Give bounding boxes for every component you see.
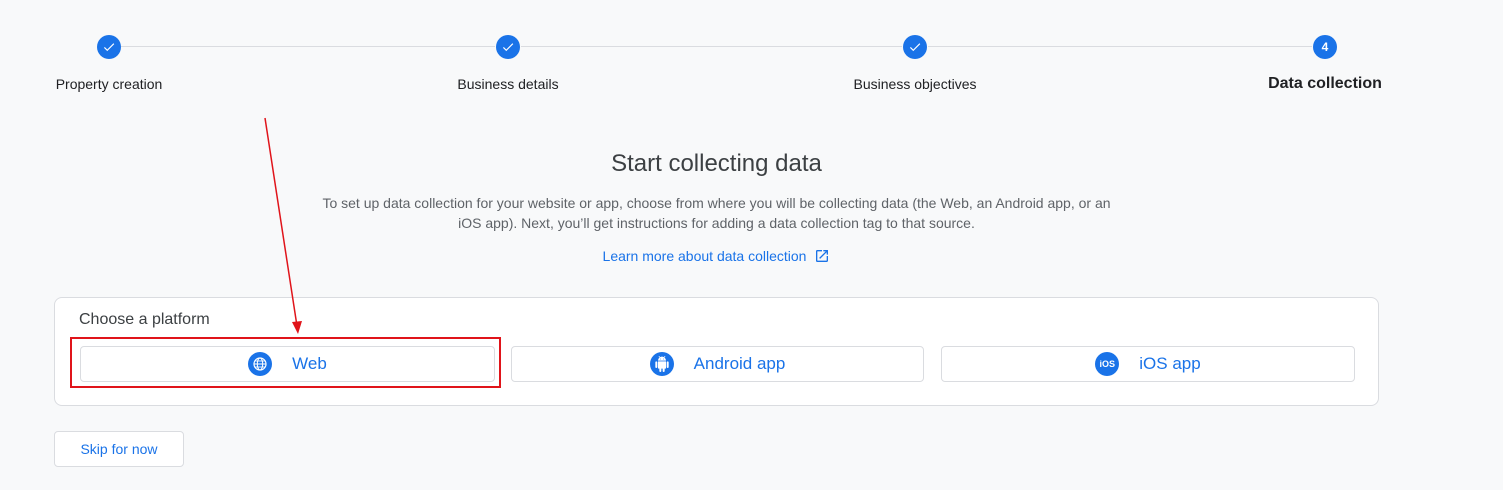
step-connector bbox=[928, 46, 1312, 47]
step-connector bbox=[121, 46, 495, 47]
learn-more-row: Learn more about data collection bbox=[0, 248, 1433, 264]
step-label-business-details: Business details bbox=[457, 76, 559, 92]
learn-more-link[interactable]: Learn more about data collection bbox=[603, 248, 831, 264]
step-label-data-collection: Data collection bbox=[1268, 75, 1382, 92]
page-description: To set up data collection for your websi… bbox=[322, 195, 1111, 231]
step-label-property-creation: Property creation bbox=[55, 76, 163, 92]
web-platform-label: Web bbox=[292, 354, 327, 373]
skip-for-now-button[interactable]: Skip for now bbox=[54, 431, 184, 467]
ios-icon: iOS bbox=[1095, 352, 1120, 376]
open-in-new-icon bbox=[816, 250, 829, 262]
android-icon bbox=[649, 352, 674, 376]
android-platform-label: Android app bbox=[693, 354, 786, 373]
stepper: 4 Property creation Business details Bus… bbox=[0, 0, 1503, 110]
platform-title: Choose a platform bbox=[79, 311, 210, 328]
learn-more-label: Learn more about data collection bbox=[602, 248, 807, 264]
step-label-business-objectives: Business objectives bbox=[853, 76, 977, 92]
step-connector bbox=[521, 46, 902, 47]
step-2-check-icon bbox=[496, 35, 520, 59]
android-platform-button[interactable]: Android app bbox=[511, 346, 924, 382]
step-3-check-icon bbox=[903, 35, 927, 59]
ios-platform-button[interactable]: iOS iOS app bbox=[941, 346, 1355, 382]
globe-icon bbox=[248, 352, 273, 376]
ios-platform-label: iOS app bbox=[1139, 354, 1201, 373]
web-platform-button[interactable]: Web bbox=[80, 346, 495, 382]
step-1-check-icon bbox=[97, 35, 121, 59]
page-title: Start collecting data bbox=[611, 150, 822, 177]
step-4-number: 4 bbox=[1313, 35, 1337, 59]
platform-card: Choose a platform Web Android app iOS iO… bbox=[54, 297, 1379, 406]
